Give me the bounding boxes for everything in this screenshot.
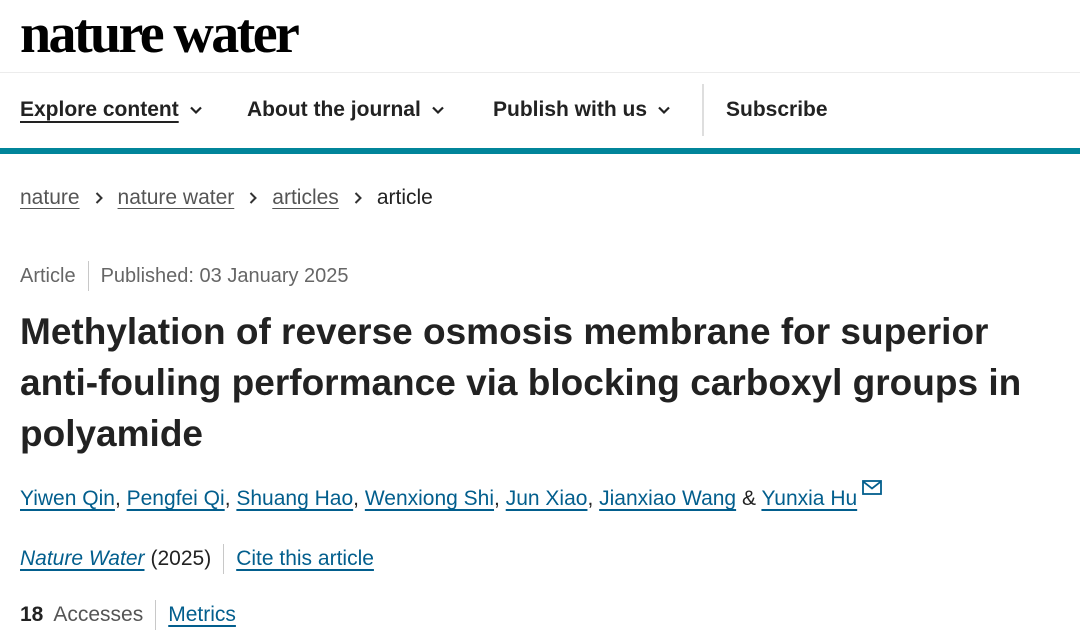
journal-year: (2025) [150, 547, 212, 570]
author-link[interactable]: Yiwen Qin [20, 487, 115, 510]
author-link[interactable]: Wenxiong Shi [365, 487, 494, 510]
envelope-icon[interactable] [862, 480, 883, 495]
nav-publish-with-us-label: Publish with us [493, 98, 648, 121]
breadcrumb-nature-water[interactable]: nature water [118, 186, 235, 210]
accesses-count: 18 [20, 603, 44, 626]
chevron-right-icon [250, 192, 258, 204]
author-separator: , [587, 487, 594, 510]
nav-subscribe[interactable]: Subscribe [726, 72, 828, 148]
author-list: Yiwen Qin, Pengfei Qi, Shuang Hao, Wenxi… [20, 480, 1070, 511]
journal-citation: Nature Water (2025) Cite this article [20, 544, 374, 574]
author-separator: , [224, 487, 231, 510]
nav-about-journal[interactable]: About the journal [247, 72, 445, 148]
author-link[interactable]: Jun Xiao [506, 487, 588, 510]
article-metrics: 18 Accesses Metrics [20, 600, 236, 630]
nav-explore-content[interactable]: Explore content [20, 72, 203, 148]
breadcrumb-articles[interactable]: articles [272, 186, 339, 210]
article-title: Methylation of reverse osmosis membrane … [20, 311, 1022, 454]
article-type: Article [20, 264, 76, 287]
author-link[interactable]: Jianxiao Wang [599, 487, 736, 510]
author-separator: , [494, 487, 500, 510]
nav-subscribe-label: Subscribe [726, 98, 828, 121]
breadcrumb: nature nature water articles article [20, 183, 433, 213]
breadcrumb-nature[interactable]: nature [20, 186, 80, 210]
cite-article-link[interactable]: Cite this article [236, 547, 374, 571]
article-meta: Article Published: 03 January 2025 [20, 261, 349, 291]
main-nav: Explore content About the journal Publis… [0, 72, 1080, 148]
chevron-down-icon [658, 106, 670, 115]
chevron-down-icon [189, 106, 202, 115]
meta-divider [87, 261, 89, 291]
metrics-divider [155, 600, 157, 630]
accesses-label: Accesses [53, 603, 144, 626]
journal-divider [223, 544, 225, 574]
author-link[interactable]: Pengfei Qi [127, 487, 225, 510]
author-last-joiner: & [741, 487, 756, 510]
nav-accent-bar [0, 148, 1080, 154]
breadcrumb-current: article [376, 186, 433, 209]
author-link-corresponding[interactable]: Yunxia Hu [761, 487, 857, 510]
nav-divider [702, 84, 704, 136]
nav-about-journal-label: About the journal [247, 98, 421, 121]
journal-logo[interactable]: nature water [20, 0, 300, 70]
nav-publish-with-us[interactable]: Publish with us [493, 72, 671, 148]
author-link[interactable]: Shuang Hao [236, 487, 353, 510]
journal-name-link[interactable]: Nature Water [20, 547, 145, 571]
site-header: nature water [0, 0, 1080, 73]
author-separator: , [114, 487, 121, 510]
chevron-down-icon [432, 106, 444, 115]
nav-explore-content-label: Explore content [20, 98, 179, 121]
metrics-link[interactable]: Metrics [168, 603, 236, 627]
chevron-right-icon [354, 192, 362, 204]
author-separator: , [353, 487, 359, 510]
published-date: Published: 03 January 2025 [100, 264, 349, 287]
chevron-right-icon [95, 192, 103, 204]
